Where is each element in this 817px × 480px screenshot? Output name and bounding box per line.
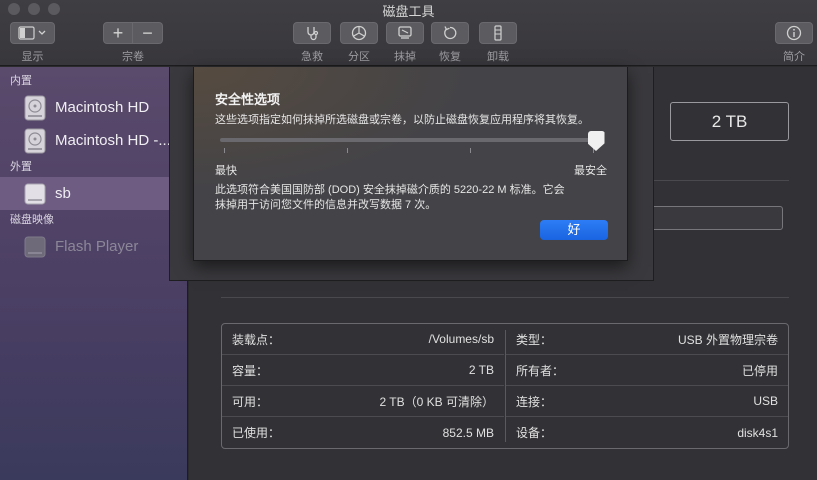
info-label: 所有者： [516,363,565,378]
info-table: 装载点： /Volumes/sb 容量： 2 TB 可用： 2 TB（0 KB … [221,323,789,449]
info-label: 设备： [516,426,553,440]
sidebar: 内置 Macintosh HD Macintosh HD -... 外置 sb … [0,67,188,480]
info-label: 类型： [516,332,553,347]
view-button[interactable] [10,22,55,44]
info-value: USB [753,394,778,408]
sidebar-item-label: Macintosh HD -... [55,132,171,149]
toolbar: 磁盘工具 显示 + − 宗卷 急救 分区 抹掉 恢复 卸载 简介 [0,0,817,66]
partition-label: 分区 [348,51,370,63]
capacity-badge: 2 TB [670,102,789,141]
volume-label: 宗卷 [122,51,144,63]
info-column-right: 类型： USB 外置物理宗卷 所有者： 已停用 连接： USB 设备： disk… [506,324,788,448]
info-label: 已使用： [232,426,281,440]
remove-volume-button[interactable]: − [133,22,163,44]
sidebar-item-label: Flash Player [55,238,139,255]
info-label: 容量： [232,363,269,378]
erase-button[interactable] [386,22,424,44]
slider-min-label: 最快 [215,165,237,177]
info-label: 可用： [232,394,269,409]
sheet-title: 安全性选项 [215,92,281,107]
info-button[interactable] [775,22,813,44]
info-row-capacity: 容量： 2 TB [222,355,504,386]
divider [654,180,789,181]
info-value: 已停用 [741,363,778,378]
sidebar-section-disk-images: 磁盘映像 [10,214,54,226]
sidebar-item-label: sb [55,185,71,202]
slider-tick [470,148,471,153]
view-group: 显示 [10,22,55,64]
view-label: 显示 [21,51,44,63]
info-value: 2 TB（0 KB 可清除） [379,394,494,409]
info-column-left: 装载点： /Volumes/sb 容量： 2 TB 可用： 2 TB（0 KB … [222,324,504,448]
external-disk-icon [24,183,46,204]
erase-label: 抹掉 [394,51,416,63]
sheet-note: 此选项符合美国国防部 (DOD) 安全抹掉磁介质的 5220-22 M 标准。它… [215,184,565,211]
firstaid-label: 急救 [301,51,323,63]
info-row-used: 已使用： 852.5 MB [222,417,504,448]
info-label: 简介 [783,51,805,63]
eraser-icon [398,26,412,39]
stethoscope-icon [307,27,319,41]
info-value: USB 外置物理宗卷 [677,332,778,347]
info-value: /Volumes/sb [428,332,494,346]
eject-icon [494,25,502,41]
info-value: 2 TB [468,363,494,377]
info-icon [786,25,802,41]
volume-name-field[interactable] [640,206,783,230]
info-group: 简介 [775,22,813,64]
sidebar-item-label: Macintosh HD [55,99,150,116]
info-label: 装载点： [232,332,281,347]
info-row-mount-point: 装载点： /Volumes/sb [222,324,504,355]
restore-label: 恢复 [439,51,461,63]
info-value: disk4s1 [737,425,778,440]
internal-disk-icon [24,128,46,153]
divider [221,297,789,298]
restore-group: 恢复 [431,22,469,64]
slider-knob[interactable] [587,131,605,151]
pie-icon [351,25,367,41]
info-value: 852.5 MB [442,425,494,440]
security-slider[interactable] [220,138,596,142]
add-volume-button[interactable]: + [103,22,133,44]
firstaid-button[interactable] [293,22,331,44]
unmount-group: 卸载 [479,22,517,64]
sidebar-section-internal: 内置 [10,75,32,87]
unmount-label: 卸载 [487,51,509,63]
disk-image-icon [24,236,46,257]
sidebar-section-external: 外置 [10,161,32,173]
sidebar-item-flash-player[interactable]: Flash Player [0,230,187,263]
internal-disk-icon [24,95,46,120]
partition-group: 分区 [340,22,378,64]
sheet-description: 这些选项指定如何抹掉所选磁盘或宗卷，以防止磁盘恢复应用程序将其恢复。 [215,114,589,126]
volume-group: + − 宗卷 [103,22,163,64]
slider-tick [347,148,348,153]
security-options-sheet: 安全性选项 这些选项指定如何抹掉所选磁盘或宗卷，以防止磁盘恢复应用程序将其恢复。… [193,67,628,261]
unmount-button[interactable] [479,22,517,44]
ok-button[interactable]: 好 [540,220,608,240]
info-row-owners: 所有者： 已停用 [506,355,788,386]
partition-button[interactable] [340,22,378,44]
window-title: 磁盘工具 [382,4,435,19]
sidebar-item-sb[interactable]: sb [0,177,187,210]
info-row-type: 类型： USB 外置物理宗卷 [506,324,788,355]
restore-button[interactable] [431,22,469,44]
sidebar-item-macintosh-hd[interactable]: Macintosh HD [0,91,187,124]
erase-group: 抹掉 [386,22,424,64]
info-label: 连接： [516,394,553,409]
slider-max-label: 最安全 [574,165,607,177]
firstaid-group: 急救 [293,22,331,64]
slider-tick [224,148,225,153]
sidebar-icon [17,26,45,40]
info-row-available: 可用： 2 TB（0 KB 可清除） [222,386,504,417]
info-row-device: 设备： disk4s1 [506,417,788,448]
restore-arrow-icon [444,26,457,40]
sidebar-item-macintosh-hd-data[interactable]: Macintosh HD -... [0,124,187,157]
info-row-connection: 连接： USB [506,386,788,417]
